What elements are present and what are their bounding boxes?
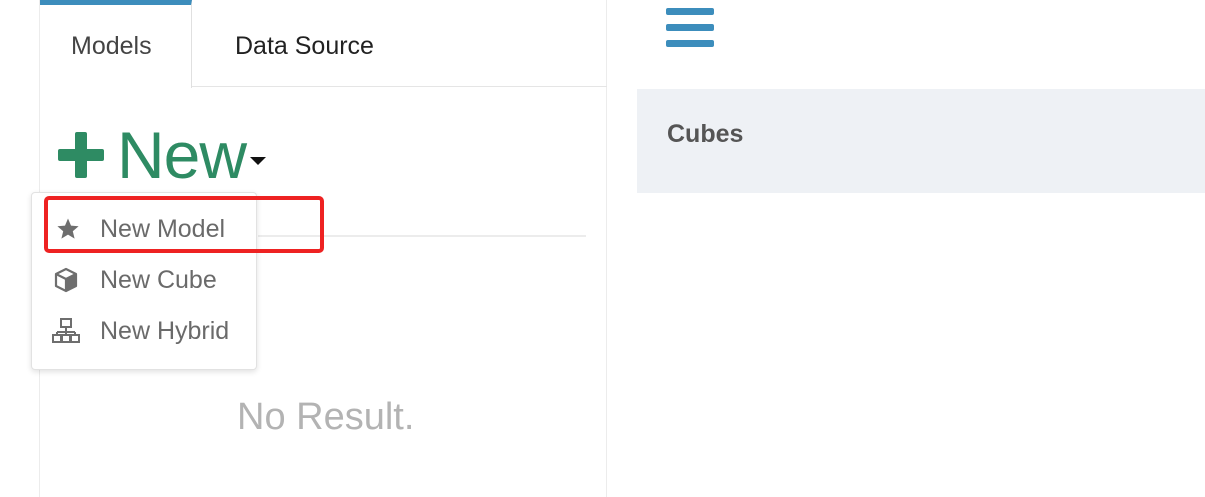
no-result-text: No Result. (237, 396, 415, 438)
caret-down-icon (250, 157, 267, 165)
new-dropdown-menu: New Model New Cube New Hybrid (31, 192, 257, 370)
star-icon (54, 215, 82, 243)
cubes-title: Cubes (667, 120, 744, 148)
tab-bar: Models Data Source (40, 0, 607, 88)
new-button-label: New (117, 118, 247, 192)
menu-item-label: New Model (100, 214, 226, 243)
menu-item-new-model[interactable]: New Model (32, 205, 256, 253)
menu-item-new-hybrid[interactable]: New Hybrid (32, 307, 256, 355)
tab-models[interactable]: Models (40, 0, 192, 88)
menu-item-new-cube[interactable]: New Cube (32, 256, 256, 304)
new-dropdown-button[interactable]: New (58, 118, 267, 192)
hamburger-menu-icon[interactable] (666, 8, 714, 48)
divider (258, 235, 586, 237)
menu-item-label: New Cube (100, 265, 217, 294)
cube-icon (52, 266, 80, 294)
plus-icon (58, 132, 104, 178)
tab-models-label: Models (71, 32, 152, 60)
menu-item-label: New Hybrid (100, 316, 230, 345)
tab-data-source-label: Data Source (235, 32, 374, 60)
sitemap-icon (52, 317, 80, 345)
tab-data-source[interactable]: Data Source (193, 0, 453, 87)
page: Models Data Source New No Result. New Mo… (0, 0, 1205, 497)
cubes-panel: Cubes (637, 89, 1205, 193)
